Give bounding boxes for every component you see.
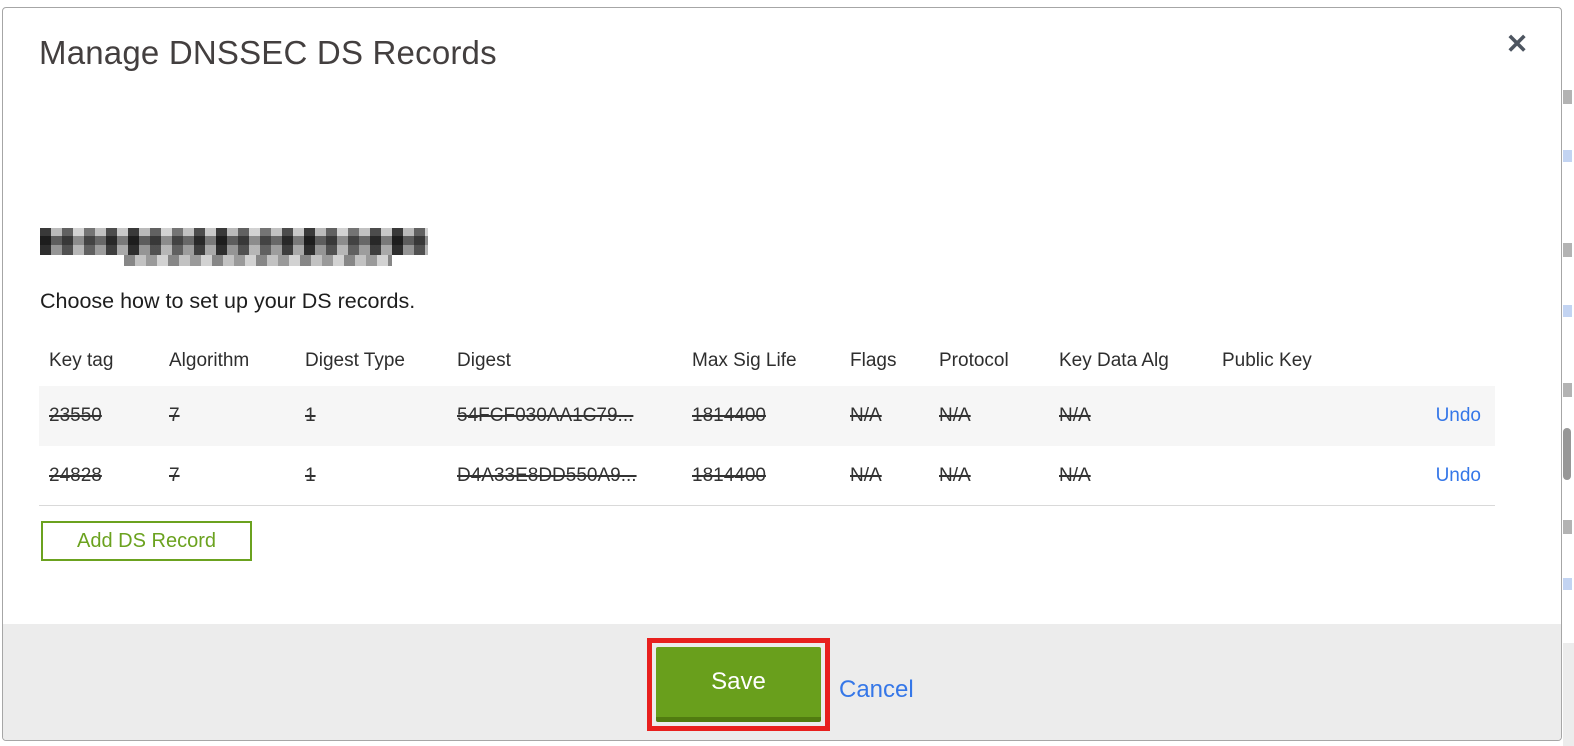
cutoff-link-fragment — [1563, 150, 1572, 162]
table-row: 24828 7 1 D4A33E8DD550A9... 1814400 N/A … — [39, 446, 1495, 506]
dnssec-modal: Manage DNSSEC DS Records ✕ Choose how to… — [2, 7, 1562, 741]
cell-key-data-alg: N/A — [1059, 464, 1091, 486]
cell-digest-type: 1 — [305, 464, 316, 486]
cell-flags: N/A — [850, 464, 882, 486]
undo-link[interactable]: Undo — [1436, 465, 1481, 486]
col-header-flags: Flags — [850, 350, 897, 371]
cell-algorithm: 7 — [169, 464, 180, 486]
col-header-key-data-alg: Key Data Alg — [1059, 350, 1169, 371]
cell-algorithm: 7 — [169, 405, 180, 426]
cell-key-tag: 23550 — [49, 405, 102, 426]
cell-flags: N/A — [850, 405, 882, 426]
page: Manage DNSSEC DS Records ✕ Choose how to… — [0, 0, 1574, 746]
cell-digest-type: 1 — [305, 405, 316, 426]
cutoff-link-fragment — [1563, 305, 1572, 317]
save-highlight-annotation: Save — [647, 638, 830, 731]
undo-link[interactable]: Undo — [1436, 405, 1481, 426]
cell-key-tag: 24828 — [49, 464, 102, 486]
modal-footer: Save Cancel — [3, 624, 1561, 740]
background-page-strip — [1563, 0, 1574, 746]
cell-protocol: N/A — [939, 405, 971, 426]
cell-protocol: N/A — [939, 464, 971, 486]
cutoff-text-fragment — [1563, 243, 1572, 257]
instruction-text: Choose how to set up your DS records. — [40, 289, 416, 313]
col-header-digest-type: Digest Type — [305, 350, 405, 371]
cell-max-sig-life: 1814400 — [692, 405, 766, 426]
ds-records-table: Key tag Algorithm Digest Type Digest Max… — [39, 336, 1495, 506]
modal-title: Manage DNSSEC DS Records — [39, 34, 497, 71]
cell-key-data-alg: N/A — [1059, 405, 1091, 426]
col-header-protocol: Protocol — [939, 350, 1009, 371]
save-button[interactable]: Save — [656, 647, 821, 722]
add-ds-record-button[interactable]: Add DS Record — [41, 521, 252, 561]
cutoff-text-fragment — [1563, 383, 1572, 397]
col-header-digest: Digest — [457, 350, 511, 371]
col-header-public-key: Public Key — [1222, 350, 1312, 371]
cutoff-link-fragment — [1563, 578, 1572, 590]
background-footer-strip — [1563, 643, 1574, 746]
cell-digest: 54FCF030AA1C79... — [457, 405, 634, 426]
cell-digest: D4A33E8DD550A9... — [457, 464, 637, 486]
cell-max-sig-life: 1814400 — [692, 464, 766, 486]
col-header-algorithm: Algorithm — [169, 350, 250, 371]
table-row: 23550 7 1 54FCF030AA1C79... 1814400 N/A … — [39, 386, 1495, 446]
cancel-link[interactable]: Cancel — [839, 676, 914, 704]
col-header-key-tag: Key tag — [49, 350, 114, 371]
table-header-row: Key tag Algorithm Digest Type Digest Max… — [39, 336, 1495, 386]
close-icon[interactable]: ✕ — [1499, 26, 1535, 62]
col-header-max-sig-life: Max Sig Life — [692, 350, 797, 371]
scrollbar-thumb[interactable] — [1563, 428, 1571, 480]
cutoff-text-fragment — [1563, 90, 1572, 104]
domain-name-redacted — [40, 228, 428, 266]
cutoff-text-fragment — [1563, 520, 1572, 534]
